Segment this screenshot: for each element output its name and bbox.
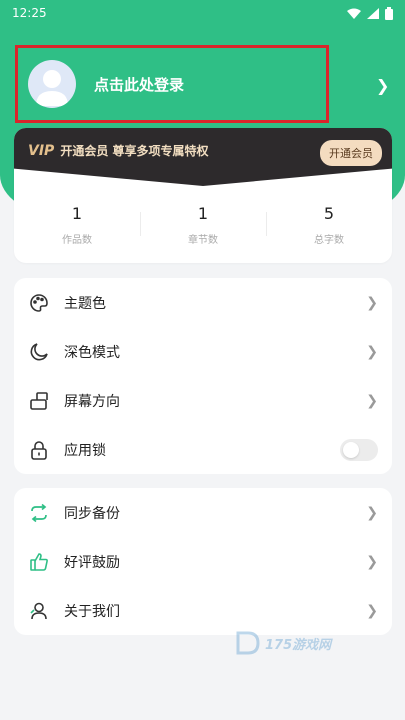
chevron-right-icon: ❯ (366, 504, 378, 521)
stat-label: 作品数 (62, 234, 92, 246)
avatar (28, 60, 76, 108)
chevron-right-icon: ❯ (366, 343, 378, 360)
watermark-text: 175游戏网 (265, 637, 332, 653)
settings-card: 主题色 ❯ 深色模式 ❯ 屏幕方向 ❯ 应用锁 (14, 278, 392, 474)
menu-label: 好评鼓励 (64, 554, 120, 571)
vip-promo-text: 开通会员 尊享多项专属特权 (60, 144, 209, 158)
screen-rotation-icon (28, 390, 50, 412)
menu-item-about-us[interactable]: 关于我们 ❯ (14, 586, 392, 635)
stat-label: 章节数 (188, 234, 218, 246)
wifi-icon (347, 8, 361, 19)
stat-value: 1 (197, 203, 209, 223)
chevron-right-icon: ❯ (366, 553, 378, 570)
menu-label: 主题色 (64, 295, 106, 312)
chevron-right-icon: ❯ (366, 602, 378, 619)
menu-label: 深色模式 (64, 344, 120, 361)
moon-icon (28, 341, 50, 363)
app-lock-toggle[interactable] (340, 438, 378, 461)
user-avatar-icon (36, 70, 68, 106)
login-label: 点击此处登录 (94, 75, 185, 94)
stat-words[interactable]: 5 总字数 (266, 204, 392, 246)
menu-item-app-lock[interactable]: 应用锁 (14, 425, 392, 474)
watermark: 175游戏网 (235, 630, 331, 656)
stat-value: 1 (71, 203, 83, 223)
menu-item-dark-mode[interactable]: 深色模式 ❯ (14, 327, 392, 376)
palette-icon (28, 292, 50, 314)
more-card: 同步备份 ❯ 好评鼓励 ❯ 关于我们 ❯ (14, 488, 392, 635)
chevron-right-icon[interactable]: ❯ (376, 76, 389, 95)
signal-icon (367, 7, 379, 19)
person-icon (28, 600, 50, 622)
watermark-logo-icon (236, 631, 260, 655)
stat-works[interactable]: 1 作品数 (14, 204, 140, 246)
menu-label: 应用锁 (64, 442, 106, 459)
menu-item-screen-orientation[interactable]: 屏幕方向 ❯ (14, 376, 392, 425)
menu-label: 关于我们 (64, 603, 120, 620)
thumbs-up-icon (28, 551, 50, 573)
vip-banner[interactable]: VIP 开通会员 尊享多项专属特权 开通会员 (14, 128, 392, 186)
status-time: 12:25 (12, 6, 47, 20)
vip-logo: VIP (28, 142, 55, 159)
lock-icon (28, 439, 50, 461)
stats-row: 1 作品数 1 章节数 5 总字数 (14, 186, 392, 263)
status-icons (347, 6, 393, 20)
chevron-right-icon: ❯ (366, 392, 378, 409)
chevron-right-icon: ❯ (366, 294, 378, 311)
stat-label: 总字数 (314, 234, 344, 246)
menu-label: 屏幕方向 (64, 393, 120, 410)
status-bar: 12:25 (0, 0, 405, 26)
menu-item-sync-backup[interactable]: 同步备份 ❯ (14, 488, 392, 537)
menu-item-rate-us[interactable]: 好评鼓励 ❯ (14, 537, 392, 586)
sync-icon (28, 502, 50, 524)
stat-chapters[interactable]: 1 章节数 (140, 204, 266, 246)
vip-stats-card: VIP 开通会员 尊享多项专属特权 开通会员 1 作品数 1 章节数 5 总字数 (14, 128, 392, 263)
open-membership-button[interactable]: 开通会员 (320, 140, 382, 166)
login-area[interactable]: 点击此处登录 (15, 45, 329, 123)
stat-value: 5 (323, 203, 335, 223)
battery-icon (385, 6, 393, 20)
menu-label: 同步备份 (64, 505, 120, 522)
menu-item-theme-color[interactable]: 主题色 ❯ (14, 278, 392, 327)
